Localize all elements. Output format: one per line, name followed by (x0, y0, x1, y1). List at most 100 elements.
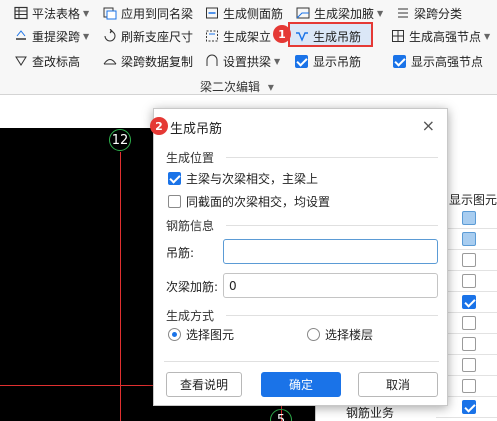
option-main-beam-checkbox[interactable]: 主梁与次梁相交，主梁上 (168, 170, 318, 187)
span-classify-button[interactable]: 梁跨分类 (396, 3, 462, 23)
panel-visibility-checkbox[interactable] (462, 295, 476, 309)
radio-select-floor[interactable]: 选择楼层 (307, 326, 373, 343)
arch-beam-button[interactable]: 设置拱梁 ▼ (205, 51, 280, 71)
help-button[interactable]: 查看说明 (166, 372, 242, 397)
refresh-support-button[interactable]: 刷新支座尺寸 (103, 26, 193, 46)
chevron-down-icon: ▼ (274, 56, 281, 66)
apply-same-name-button[interactable]: 应用到同名梁 (103, 3, 193, 23)
panel-footer-text: 钢筋业务 (346, 406, 395, 420)
radio-select-floor-label: 选择楼层 (325, 328, 374, 342)
chevron-down-icon: ▼ (83, 8, 90, 18)
panel-visibility-checkbox[interactable] (462, 400, 476, 414)
table-icon (14, 6, 28, 20)
span-copy-label: 梁跨数据复制 (121, 54, 194, 69)
step-badge-2: 2 (150, 117, 168, 135)
panel-visibility-checkbox[interactable] (462, 379, 476, 393)
panel-visibility-checkbox[interactable] (462, 316, 476, 330)
ok-button[interactable]: 确定 (261, 372, 341, 397)
chevron-down-icon: ▼ (484, 31, 491, 41)
apply-same-name-icon (103, 7, 117, 20)
show-high-strength-checkbox[interactable]: 显示高强节点 (393, 51, 483, 71)
panel-visibility-checkbox[interactable] (462, 358, 476, 372)
dialog-title: 生成吊筋 (170, 122, 223, 137)
show-hanger-label: 显示吊筋 (313, 54, 362, 69)
axis-line-vertical (120, 152, 121, 421)
checkbox-unchecked (168, 195, 181, 208)
flat-table-label: 平法表格 (32, 6, 81, 21)
span-copy-icon (103, 59, 117, 65)
axis-bubble-bottom: 5 (270, 409, 292, 421)
refresh-support-label: 刷新支座尺寸 (121, 29, 194, 44)
re-extract-span-label: 重提梁跨 (32, 29, 81, 44)
hanger-input[interactable] (223, 239, 438, 264)
close-icon[interactable]: × (422, 118, 435, 134)
cancel-button[interactable]: 取消 (358, 372, 438, 397)
side-rebar-icon (206, 7, 218, 19)
beam-haunch-icon (296, 7, 310, 19)
panel-visibility-checkbox[interactable] (462, 337, 476, 351)
generate-hanger-button[interactable]: 生成吊筋 (295, 26, 361, 46)
option-same-section-checkbox[interactable]: 同截面的次梁相交，均设置 (168, 193, 330, 210)
hanger-bar-icon (296, 32, 308, 42)
erection-bar-icon (206, 30, 218, 42)
high-strength-node-button[interactable]: 生成高强节点 ▼ (391, 26, 490, 46)
option-same-section-label: 同截面的次梁相交，均设置 (186, 195, 331, 209)
span-classify-label: 梁跨分类 (414, 6, 463, 21)
secondary-field-label: 次梁加筋: (166, 280, 219, 294)
re-extract-span-icon (16, 30, 26, 40)
show-high-strength-label: 显示高强节点 (411, 54, 484, 69)
divider (226, 157, 438, 158)
span-classify-icon (398, 8, 408, 18)
show-hanger-checkbox[interactable]: 显示吊筋 (295, 51, 361, 71)
secondary-rebar-input[interactable] (223, 273, 438, 298)
erection-bar-label: 生成架立 (223, 29, 272, 44)
panel-visibility-checkbox[interactable] (462, 253, 476, 267)
divider (164, 361, 439, 362)
checkbox-checked (168, 172, 181, 185)
panel-visibility-checkbox[interactable] (462, 211, 476, 225)
divider (226, 225, 438, 226)
checkbox-checked (393, 54, 406, 68)
panel-column-header: 显示图元 (449, 193, 497, 207)
section-method-title: 生成方式 (166, 309, 215, 323)
re-extract-span-button[interactable]: 重提梁跨 ▼ (14, 26, 89, 46)
divider (226, 315, 438, 316)
chevron-down-icon: ▾ (267, 80, 274, 94)
option-main-beam-label: 主梁与次梁相交，主梁上 (186, 172, 319, 186)
radio-selected (168, 328, 181, 341)
radio-unselected (307, 328, 320, 341)
group-label-text: 梁二次编辑 (200, 80, 261, 94)
elevation-button[interactable]: 查改标高 (14, 51, 80, 71)
high-strength-node-icon (392, 30, 404, 42)
arch-beam-label: 设置拱梁 (223, 54, 272, 69)
panel-row-divider (436, 417, 497, 418)
checkbox-checked (295, 54, 308, 68)
refresh-support-icon (104, 29, 116, 42)
high-strength-node-label: 生成高强节点 (409, 29, 482, 44)
ribbon-group-label[interactable]: 梁二次编辑 ▾ (200, 78, 274, 95)
radio-select-element-label: 选择图元 (186, 328, 235, 342)
hanger-dialog: 生成吊筋 × 生成位置 主梁与次梁相交，主梁上 同截面的次梁相交，均设置 钢筋信… (153, 108, 448, 406)
elevation-icon (15, 56, 27, 66)
generate-hanger-label: 生成吊筋 (313, 29, 362, 44)
elevation-label: 查改标高 (32, 54, 81, 69)
beam-haunch-label: 生成梁加腋 (314, 6, 375, 21)
flat-table-button[interactable]: 平法表格 ▼ (14, 3, 89, 23)
span-copy-button[interactable]: 梁跨数据复制 (103, 51, 193, 71)
arch-beam-icon (206, 54, 218, 66)
apply-same-name-label: 应用到同名梁 (121, 6, 194, 21)
step-badge-1: 1 (273, 25, 291, 43)
section-rebar-title: 钢筋信息 (166, 219, 215, 233)
side-rebar-label: 生成侧面筋 (223, 6, 284, 21)
erection-bar-button[interactable]: 生成架立 (205, 26, 271, 46)
axis-bubble-top: 12 (109, 129, 131, 151)
ribbon-toolbar: 平法表格 ▼ 应用到同名梁 生成侧面筋 生成梁加腋 ▼ 梁跨分类 重提梁跨 ▼ 刷新支… (0, 0, 497, 95)
panel-visibility-checkbox[interactable] (462, 274, 476, 288)
side-rebar-button[interactable]: 生成侧面筋 (205, 3, 283, 23)
section-position-title: 生成位置 (166, 151, 215, 165)
beam-haunch-button[interactable]: 生成梁加腋 ▼ (296, 3, 383, 23)
radio-select-element[interactable]: 选择图元 (168, 326, 234, 343)
hanger-field-label: 吊筋: (166, 246, 195, 260)
chevron-down-icon: ▼ (83, 31, 90, 41)
panel-visibility-checkbox[interactable] (462, 232, 476, 246)
